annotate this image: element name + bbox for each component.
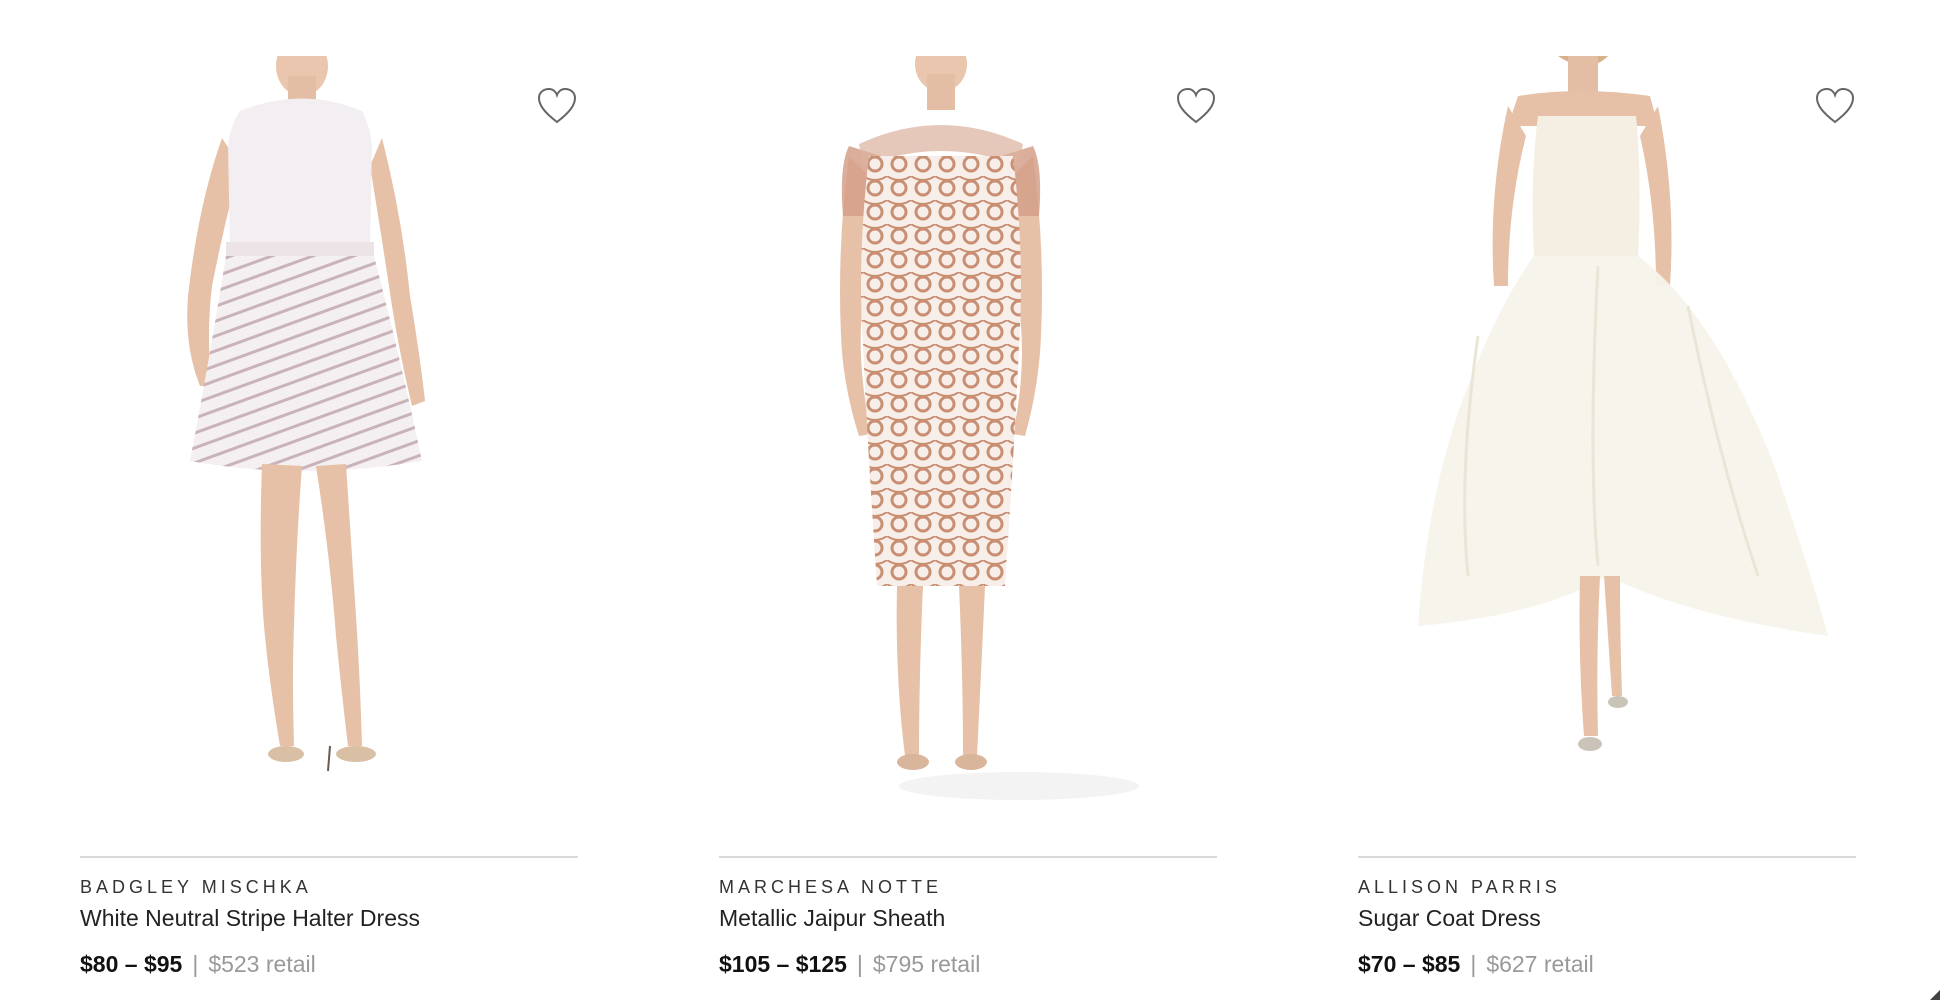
- dress-photo-tulle-gown: [1418, 56, 1828, 751]
- price-separator: |: [192, 951, 199, 977]
- product-card[interactable]: BADGLEY MISCHKA White Neutral Stripe Hal…: [80, 56, 578, 978]
- retail-price: $523 retail: [208, 951, 316, 977]
- product-brand[interactable]: MARCHESA NOTTE: [719, 876, 1217, 898]
- card-divider: [1358, 856, 1856, 858]
- dress-photo-sheath: [840, 56, 1139, 800]
- product-card[interactable]: ALLISON PARRIS Sugar Coat Dress $70 – $8…: [1358, 56, 1856, 978]
- price-separator: |: [1470, 951, 1477, 977]
- resize-corner-icon: [1930, 990, 1940, 1000]
- rental-price: $70 – $85: [1358, 951, 1461, 977]
- favorite-heart-icon[interactable]: [1814, 86, 1856, 126]
- product-brand[interactable]: ALLISON PARRIS: [1358, 876, 1856, 898]
- product-name[interactable]: Metallic Jaipur Sheath: [719, 904, 1217, 932]
- price-row: $105 – $125 | $795 retail: [719, 950, 1217, 978]
- product-card[interactable]: MARCHESA NOTTE Metallic Jaipur Sheath $1…: [719, 56, 1217, 978]
- retail-price: $627 retail: [1486, 951, 1594, 977]
- product-image[interactable]: [1358, 56, 1856, 846]
- product-image[interactable]: [80, 56, 578, 846]
- product-grid: BADGLEY MISCHKA White Neutral Stripe Hal…: [0, 0, 1940, 1000]
- price-row: $80 – $95 | $523 retail: [80, 950, 578, 978]
- rental-price: $105 – $125: [719, 951, 847, 977]
- product-name[interactable]: White Neutral Stripe Halter Dress: [80, 904, 578, 932]
- product-brand[interactable]: BADGLEY MISCHKA: [80, 876, 578, 898]
- rental-price: $80 – $95: [80, 951, 183, 977]
- price-separator: |: [856, 951, 863, 977]
- product-image[interactable]: [719, 56, 1217, 846]
- favorite-heart-icon[interactable]: [536, 86, 578, 126]
- card-divider: [719, 856, 1217, 858]
- dress-photo-halter: [187, 56, 425, 772]
- price-row: $70 – $85 | $627 retail: [1358, 950, 1856, 978]
- retail-price: $795 retail: [872, 951, 981, 977]
- card-divider: [80, 856, 578, 858]
- product-name[interactable]: Sugar Coat Dress: [1358, 904, 1856, 932]
- favorite-heart-icon[interactable]: [1175, 86, 1217, 126]
